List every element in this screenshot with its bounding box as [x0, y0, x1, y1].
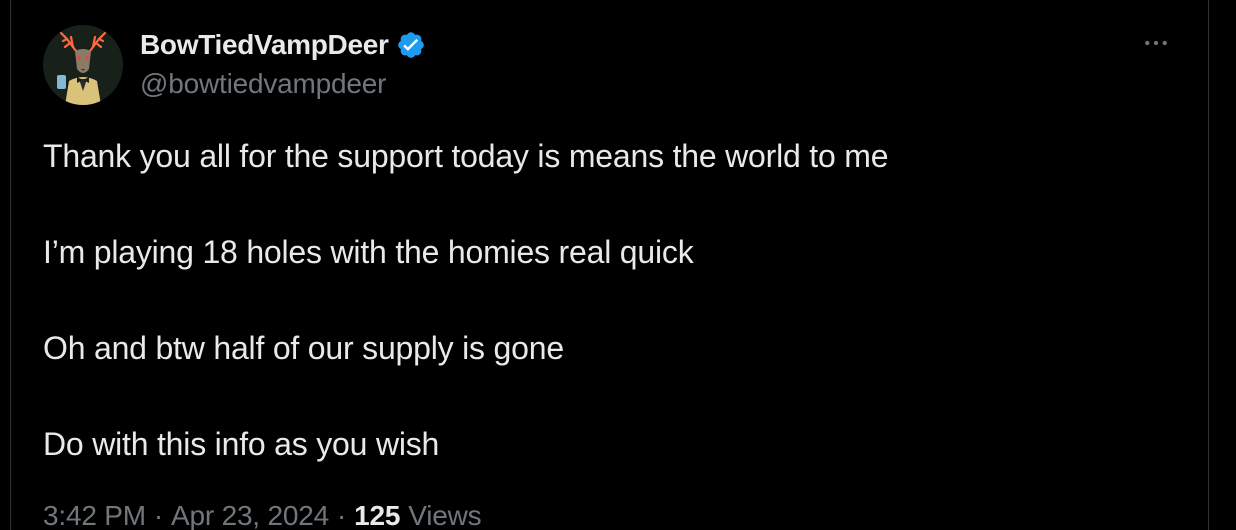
- tweet-line: I’m playing 18 holes with the homies rea…: [43, 234, 694, 270]
- more-horizontal-icon: [1145, 40, 1167, 46]
- display-name[interactable]: BowTiedVampDeer: [140, 29, 389, 61]
- meta-separator: ·: [336, 500, 347, 530]
- tweet-card: BowTiedVampDeer @bowtiedvampdeer Thank y…: [0, 0, 1236, 530]
- tweet-line: Thank you all for the support today is m…: [43, 138, 889, 174]
- deer-avatar-icon: [43, 25, 123, 105]
- more-options-button[interactable]: [1138, 28, 1174, 58]
- views-count[interactable]: 125: [354, 500, 400, 530]
- meta-separator: ·: [153, 500, 164, 530]
- tweet-meta: 3:42 PM · Apr 23, 2024 · 125 Views: [43, 500, 482, 530]
- author-name-row: BowTiedVampDeer: [140, 27, 426, 63]
- tweet-line: Oh and btw half of our supply is gone: [43, 330, 564, 366]
- author-handle[interactable]: @bowtiedvampdeer: [140, 68, 386, 100]
- avatar[interactable]: [43, 25, 123, 105]
- tweet-time[interactable]: 3:42 PM: [43, 500, 146, 530]
- tweet-date[interactable]: Apr 23, 2024: [171, 500, 329, 530]
- timeline-border-right: [1208, 0, 1209, 530]
- tweet-text: Thank you all for the support today is m…: [43, 136, 1183, 464]
- views-label: Views: [408, 500, 482, 530]
- verified-badge-icon[interactable]: [396, 30, 426, 60]
- tweet-line: Do with this info as you wish: [43, 426, 440, 462]
- timeline-border-left: [10, 0, 11, 530]
